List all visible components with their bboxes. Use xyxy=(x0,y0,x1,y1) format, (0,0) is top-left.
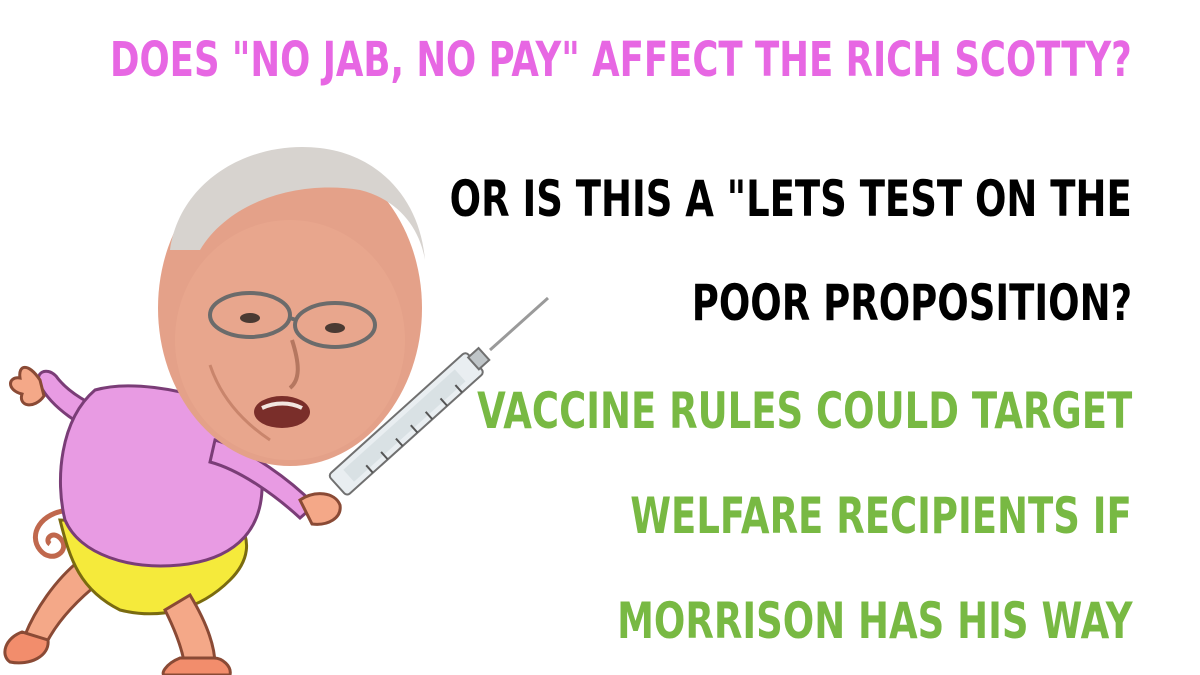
answer-line-3: MORRISON HAS HIS WAY xyxy=(616,592,1132,650)
head xyxy=(158,146,425,466)
answer-line-1: VACCINE RULES COULD TARGET xyxy=(476,382,1132,440)
meme-canvas: DOES "NO JAB, NO PAY" AFFECT THE RICH SC… xyxy=(0,0,1200,675)
answer-line-2: WELFARE RECIPIENTS IF xyxy=(630,487,1132,545)
headline-text: DOES "NO JAB, NO PAY" AFFECT THE RICH SC… xyxy=(110,32,1132,88)
cartoon-illustration xyxy=(3,146,550,675)
question-line-2: POOR PROPOSITION? xyxy=(691,274,1132,332)
front-leg xyxy=(161,592,232,675)
